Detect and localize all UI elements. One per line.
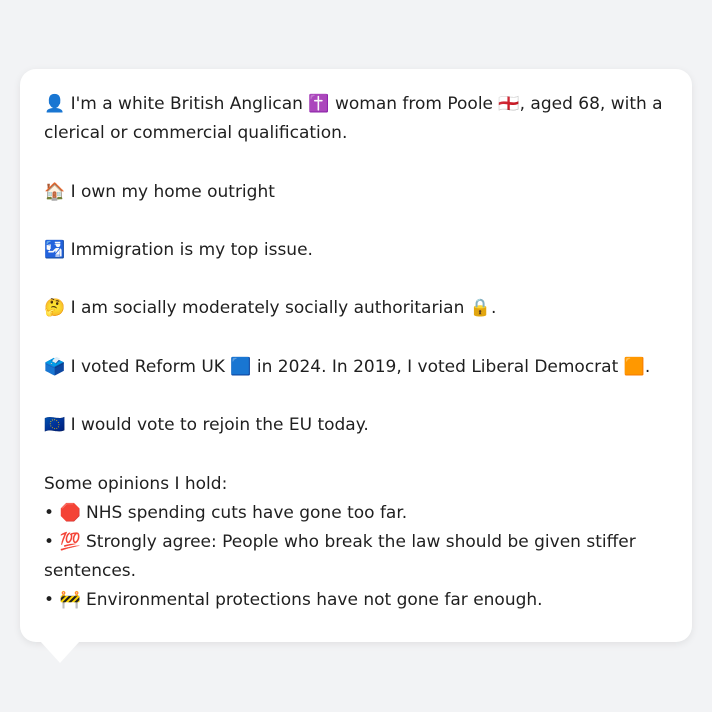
identity-line: 👤 I'm a white British Anglican ✝️ woman … [44, 90, 668, 148]
vote-line: 🗳️ I voted Reform UK 🟦 in 2024. In 2019,… [44, 353, 668, 382]
bullet: • [44, 502, 55, 523]
issue-line: 🛂 Immigration is my top issue. [44, 236, 668, 265]
housing-text: I own my home outright [70, 181, 275, 202]
speech-bubble-tail [40, 641, 80, 663]
opinion-text: NHS spending cuts have gone too far. [86, 502, 408, 523]
vote-end-punct: . [644, 356, 651, 377]
opinion-item: • 💯 Strongly agree: People who break the… [44, 528, 668, 586]
opinion-item: • 🛑 NHS spending cuts have gone too far. [44, 499, 668, 528]
house-icon: 🏠 [44, 181, 66, 202]
issue-text: Immigration is my top issue. [70, 239, 313, 260]
england-flag-icon: 🏴󠁧󠁢󠁥󠁮󠁧󠁿 [498, 94, 520, 114]
vote-text-a: I voted Reform UK [70, 356, 225, 377]
vote-text-b: in 2024. In 2019, I voted Liberal Democr… [256, 356, 619, 377]
opinion-item: • 🚧 Environmental protections have not g… [44, 586, 668, 615]
opinions-heading: Some opinions I hold: [44, 473, 228, 494]
stop-sign-icon: 🛑 [59, 502, 81, 523]
social-line: 🤔 I am socially moderately socially auth… [44, 294, 668, 323]
hundred-points-icon: 💯 [59, 531, 81, 552]
bullet: • [44, 590, 55, 611]
opinion-text: Environmental protections have not gone … [86, 590, 543, 611]
social-end-punct: . [490, 298, 497, 319]
opinion-text: Strongly agree: People who break the law… [44, 531, 636, 582]
bullet: • [44, 531, 55, 552]
thinking-face-icon: 🤔 [44, 298, 66, 319]
housing-line: 🏠 I own my home outright [44, 178, 668, 207]
construction-icon: 🚧 [59, 590, 81, 611]
eu-flag-icon: 🇪🇺 [44, 415, 66, 436]
passport-control-icon: 🛂 [44, 239, 66, 260]
persona-message-card: 👤 I'm a white British Anglican ✝️ woman … [20, 69, 692, 642]
person-icon: 👤 [44, 94, 66, 114]
identity-text-a: I'm a white British Anglican [70, 94, 303, 114]
cross-icon: ✝️ [308, 94, 330, 114]
social-text: I am socially moderately socially author… [70, 298, 465, 319]
ballot-box-icon: 🗳️ [44, 356, 66, 377]
lock-icon: 🔒 [469, 298, 491, 319]
identity-text-b: woman from Poole [334, 94, 494, 114]
eu-text: I would vote to rejoin the EU today. [70, 415, 369, 436]
orange-square-icon: 🟧 [623, 356, 645, 377]
blue-square-icon: 🟦 [230, 356, 252, 377]
eu-line: 🇪🇺 I would vote to rejoin the EU today. [44, 411, 668, 440]
